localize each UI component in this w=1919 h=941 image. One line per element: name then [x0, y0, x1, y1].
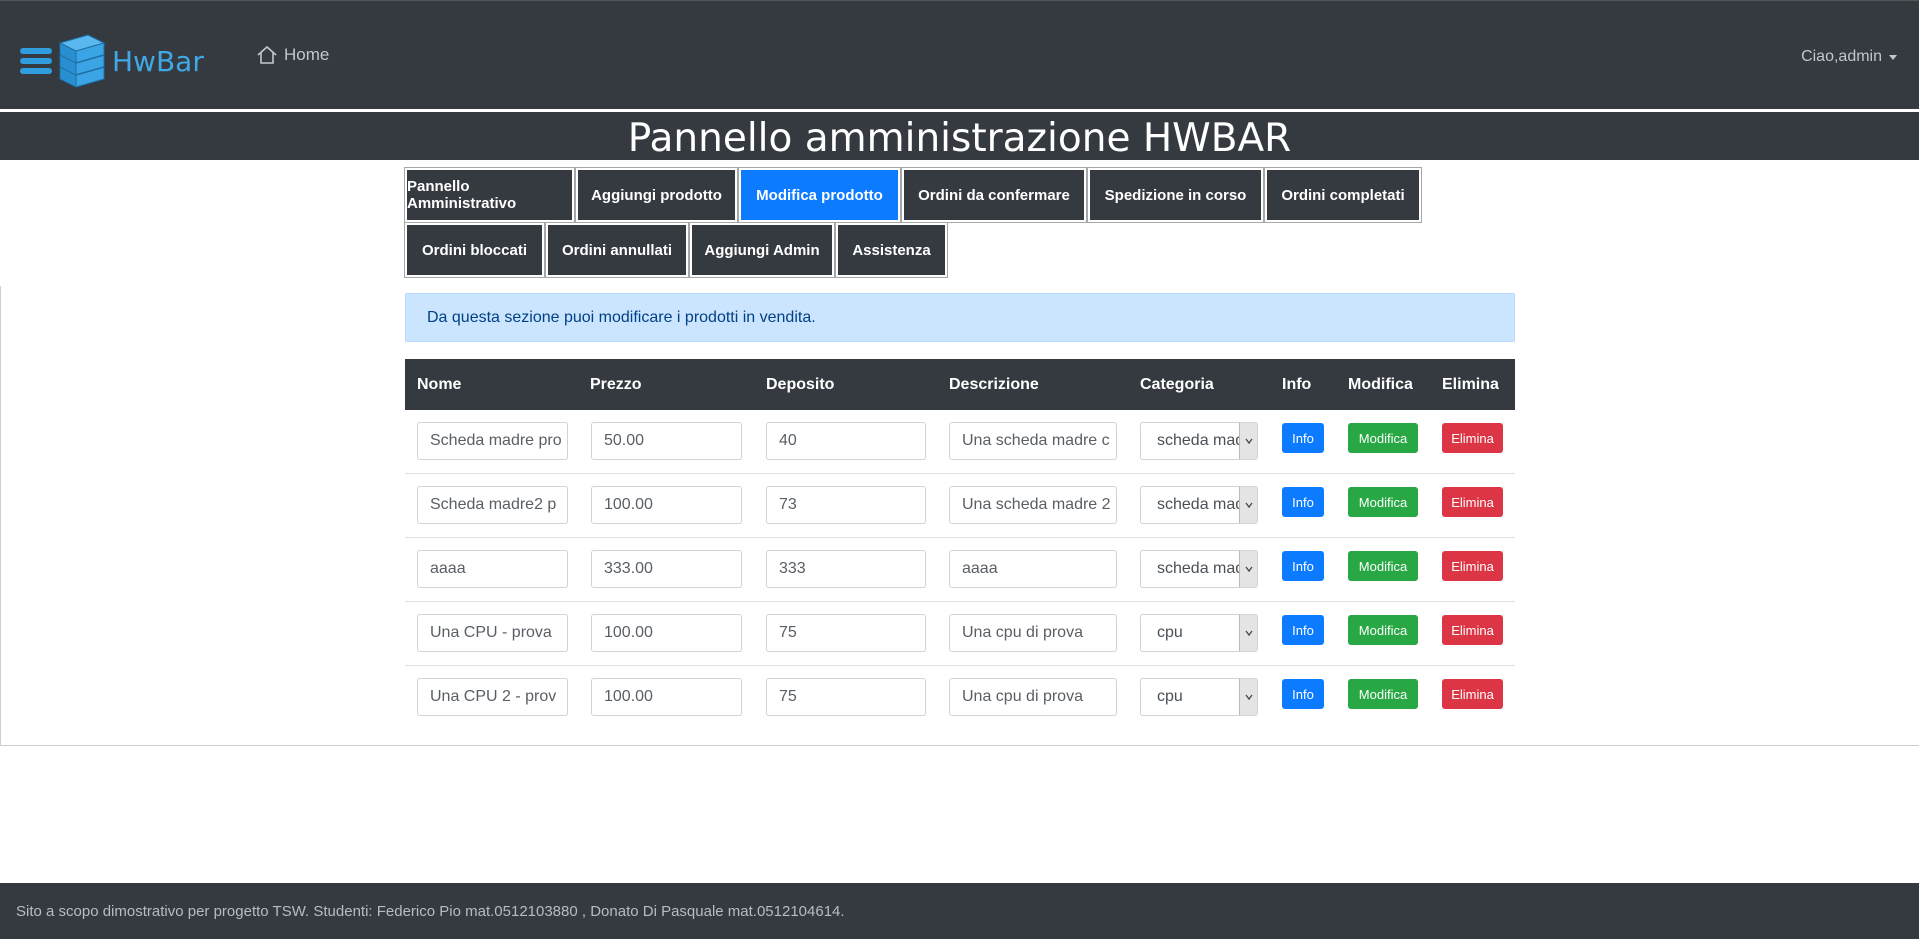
user-dropdown[interactable]: Ciao,admin: [1801, 48, 1897, 66]
header-info: Info: [1282, 376, 1312, 393]
elimina-button[interactable]: Elimina: [1442, 551, 1503, 581]
info-alert: Da questa sezione puoi modificare i prod…: [405, 293, 1515, 342]
info-button[interactable]: Info: [1282, 423, 1324, 453]
table-header: Nome Prezzo Deposito Descrizione Categor…: [405, 359, 1515, 410]
descrizione-input[interactable]: Una scheda madre 2: [949, 486, 1117, 524]
descrizione-input[interactable]: Una cpu di prova: [949, 614, 1117, 652]
nome-input[interactable]: Una CPU 2 - prov: [417, 678, 568, 716]
server-rack-icon: [58, 34, 106, 88]
descrizione-input[interactable]: aaaa: [949, 550, 1117, 588]
categoria-select[interactable]: cpu: [1140, 678, 1258, 716]
info-button[interactable]: Info: [1282, 551, 1324, 581]
header-categoria: Categoria: [1140, 376, 1214, 393]
tab-modifica-prodotto[interactable]: Modifica prodotto: [741, 170, 898, 220]
tab-pannello-amministrativo[interactable]: Pannello Amministrativo: [407, 170, 572, 220]
deposito-input[interactable]: 73: [766, 486, 926, 524]
menu-icon: [20, 48, 52, 74]
info-button[interactable]: Info: [1282, 679, 1324, 709]
chevron-down-icon: [1239, 423, 1257, 459]
brand-logo[interactable]: HwBar: [20, 33, 204, 89]
header-prezzo: Prezzo: [590, 376, 642, 393]
chevron-down-icon: [1239, 679, 1257, 715]
table-row: aaaa 333.00 333 aaaa scheda madre Info M…: [405, 538, 1515, 602]
tab-assistenza[interactable]: Assistenza: [838, 225, 945, 275]
descrizione-input[interactable]: Una scheda madre c: [949, 422, 1117, 460]
prezzo-input[interactable]: 100.00: [591, 678, 742, 716]
modifica-button[interactable]: Modifica: [1348, 423, 1418, 453]
deposito-input[interactable]: 75: [766, 678, 926, 716]
tab-spedizione-in-corso[interactable]: Spedizione in corso: [1090, 170, 1261, 220]
brand-name: HwBar: [112, 44, 204, 78]
prezzo-input[interactable]: 100.00: [591, 486, 742, 524]
categoria-select[interactable]: scheda madre: [1140, 550, 1258, 588]
deposito-input[interactable]: 40: [766, 422, 926, 460]
chevron-down-icon: [1239, 551, 1257, 587]
home-icon: [257, 45, 277, 64]
chevron-down-icon: [1239, 615, 1257, 651]
table-row: Una CPU 2 - prov 100.00 75 Una cpu di pr…: [405, 666, 1515, 729]
page-title: Pannello amministrazione HWBAR: [0, 112, 1919, 161]
nome-input[interactable]: Scheda madre2 p: [417, 486, 568, 524]
descrizione-input[interactable]: Una cpu di prova: [949, 678, 1117, 716]
header-descrizione: Descrizione: [949, 376, 1039, 393]
table-row: Scheda madre2 p 100.00 73 Una scheda mad…: [405, 474, 1515, 538]
modifica-button[interactable]: Modifica: [1348, 615, 1418, 645]
products-table: Nome Prezzo Deposito Descrizione Categor…: [405, 359, 1515, 729]
footer: Sito a scopo dimostrativo per progetto T…: [0, 883, 1919, 939]
header-nome: Nome: [417, 376, 462, 393]
nome-input[interactable]: aaaa: [417, 550, 568, 588]
nome-input[interactable]: Una CPU - prova: [417, 614, 568, 652]
categoria-select[interactable]: scheda madre: [1140, 486, 1258, 524]
categoria-value: cpu: [1157, 624, 1183, 641]
elimina-button[interactable]: Elimina: [1442, 615, 1503, 645]
header-deposito: Deposito: [766, 376, 835, 393]
tab-aggiungi-admin[interactable]: Aggiungi Admin: [692, 225, 832, 275]
modifica-button[interactable]: Modifica: [1348, 551, 1418, 581]
elimina-button[interactable]: Elimina: [1442, 487, 1503, 517]
table-row: Scheda madre pro 50.00 40 Una scheda mad…: [405, 410, 1515, 474]
tab-ordini-completati[interactable]: Ordini completati: [1267, 170, 1419, 220]
tab-ordini-da-confermare[interactable]: Ordini da confermare: [904, 170, 1084, 220]
header-modifica: Modifica: [1348, 376, 1413, 393]
categoria-value: cpu: [1157, 688, 1183, 705]
table-row: Una CPU - prova 100.00 75 Una cpu di pro…: [405, 602, 1515, 666]
nome-input[interactable]: Scheda madre pro: [417, 422, 568, 460]
categoria-select[interactable]: scheda madre: [1140, 422, 1258, 460]
tab-ordini-annullati[interactable]: Ordini annullati: [548, 225, 686, 275]
modifica-button[interactable]: Modifica: [1348, 487, 1418, 517]
user-greeting: Ciao,admin: [1801, 48, 1882, 65]
tab-aggiungi-prodotto[interactable]: Aggiungi prodotto: [578, 170, 735, 220]
categoria-select[interactable]: cpu: [1140, 614, 1258, 652]
prezzo-input[interactable]: 333.00: [591, 550, 742, 588]
caret-down-icon: [1889, 54, 1897, 60]
deposito-input[interactable]: 333: [766, 550, 926, 588]
tab-ordini-bloccati[interactable]: Ordini bloccati: [407, 225, 542, 275]
header-elimina: Elimina: [1442, 376, 1499, 393]
elimina-button[interactable]: Elimina: [1442, 423, 1503, 453]
home-link[interactable]: Home: [256, 45, 329, 65]
info-button[interactable]: Info: [1282, 615, 1324, 645]
info-button[interactable]: Info: [1282, 487, 1324, 517]
chevron-down-icon: [1239, 487, 1257, 523]
navbar: HwBar Home Ciao,admin: [0, 0, 1919, 109]
elimina-button[interactable]: Elimina: [1442, 679, 1503, 709]
prezzo-input[interactable]: 100.00: [591, 614, 742, 652]
home-label: Home: [284, 45, 330, 64]
modifica-button[interactable]: Modifica: [1348, 679, 1418, 709]
prezzo-input[interactable]: 50.00: [591, 422, 742, 460]
deposito-input[interactable]: 75: [766, 614, 926, 652]
